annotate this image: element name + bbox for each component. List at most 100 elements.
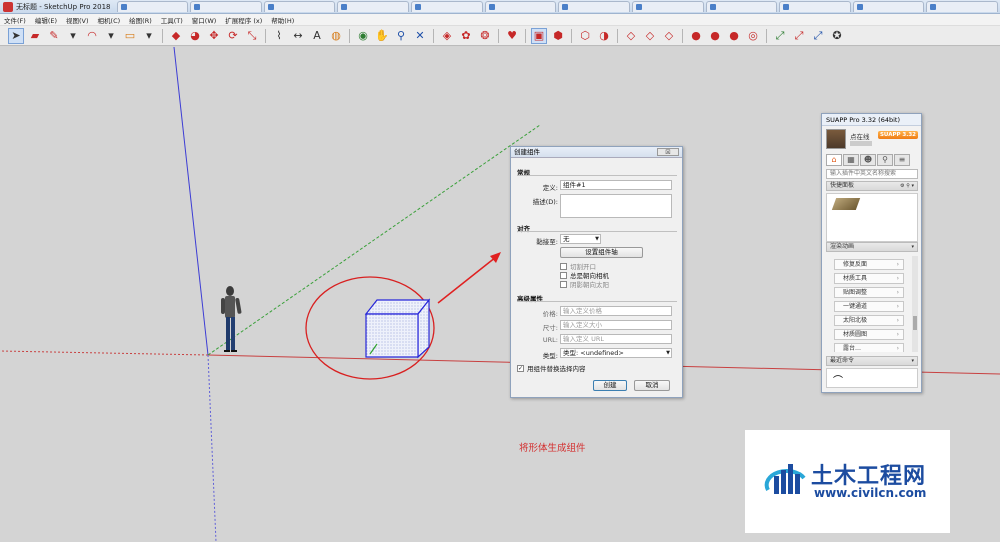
type-select[interactable]: 类型: <undefined> ▼ [560, 348, 672, 358]
plugin-item-label: 材质圆图 [843, 331, 868, 338]
plugin-list-item[interactable]: 材质工具 › [834, 273, 904, 284]
scale-tool-icon[interactable]: ⤡ [244, 28, 260, 44]
text-tool-icon[interactable]: A [309, 28, 325, 44]
component-cube-icon[interactable]: ⬢ [550, 28, 566, 44]
favorites-header[interactable]: 快捷面板 ⚙ ⚲ ▾ [826, 181, 918, 191]
replace-selection-checkbox[interactable]: ✓ 用组件替换选择内容 [517, 363, 586, 373]
rotate-tool-icon[interactable]: ⟳ [225, 28, 241, 44]
taskbar-tab[interactable] [926, 1, 998, 12]
taskbar-tab[interactable] [263, 1, 336, 12]
set-component-axes-button[interactable]: 设置组件轴 [560, 247, 643, 258]
solid-intersect-icon[interactable]: ● [726, 28, 742, 44]
taskbar-tab[interactable] [852, 1, 925, 12]
menu-item[interactable]: 编辑(E) [35, 15, 57, 25]
walk-tool-icon[interactable]: ✪ [829, 28, 845, 44]
avatar[interactable] [826, 129, 846, 149]
solid-union-icon[interactable]: ● [688, 28, 704, 44]
plugin-search-input[interactable]: 输入插件中英文名称搜索 [826, 169, 918, 179]
plugin-list-item[interactable]: 修复反面 › [834, 259, 904, 270]
price-input[interactable]: 输入定义价格 [560, 306, 672, 316]
plugin-list-item[interactable]: 材质圆图 › [834, 329, 904, 340]
suapp-version-badge[interactable]: SUAPP 3.32 [877, 131, 918, 139]
select-tool-icon[interactable]: ➤ [8, 27, 24, 44]
move-tool-icon[interactable]: ✥ [206, 28, 222, 44]
search-icon[interactable]: ⚲ [877, 154, 893, 166]
plugin-list-item[interactable]: 露台… › [834, 343, 904, 352]
pan-tool-icon[interactable]: ✋ [374, 28, 390, 44]
taskbar-tab[interactable] [411, 1, 483, 12]
scrollbar-thumb[interactable] [913, 316, 917, 330]
home-icon[interactable]: ⌂ [826, 154, 842, 166]
cancel-button[interactable]: 取消 [634, 380, 670, 391]
shape-dropdown-icon[interactable]: ▾ [141, 28, 157, 44]
plugin-list-item[interactable]: 一键通道 › [834, 301, 904, 312]
plugin-list-item[interactable]: 太阳北极 › [834, 315, 904, 326]
taskbar-tab[interactable] [705, 1, 778, 12]
solid-trim-icon[interactable]: ◎ [745, 28, 761, 44]
tool-shortcut-icon[interactable] [831, 198, 861, 210]
3d-warehouse-icon[interactable]: ◈ [439, 28, 455, 44]
section-cut-icon[interactable]: ◑ [596, 28, 612, 44]
taskbar-tab[interactable] [779, 1, 851, 12]
grid-icon[interactable]: ▦ [843, 154, 859, 166]
push-pull-tool-icon[interactable]: ◆ [168, 28, 184, 44]
menu-item[interactable]: 扩展程序 (x) [225, 15, 262, 25]
arc-tool-icon[interactable]: ◠ [84, 28, 100, 44]
user-icon[interactable]: ☻ [860, 154, 876, 166]
arc-dropdown-icon[interactable]: ▾ [103, 28, 119, 44]
zoom-extents-tool-icon[interactable]: ✕ [412, 28, 428, 44]
taskbar-tab[interactable] [631, 1, 704, 12]
axes-blue-icon[interactable]: ⤢ [810, 28, 826, 44]
menu-item[interactable]: 帮助(H) [271, 15, 294, 25]
taskbar-tab[interactable] [190, 1, 262, 12]
category-header[interactable]: 渲染动画 ▾ [826, 242, 918, 252]
follow-me-tool-icon[interactable]: ◕ [187, 28, 203, 44]
menu-item[interactable]: 文件(F) [4, 15, 26, 25]
recent-tool-icon[interactable]: ⌒ [833, 372, 843, 387]
menu-item[interactable]: 相机(C) [98, 15, 121, 25]
dimension-tool-icon[interactable]: ↔ [290, 28, 306, 44]
red-axis-negative [0, 350, 209, 356]
plugin-list-item[interactable]: 贴图调整 › [834, 287, 904, 298]
sandbox-from-scratch-icon[interactable]: ◇ [642, 28, 658, 44]
sandbox-smoove-icon[interactable]: ◇ [661, 28, 677, 44]
solid-subtract-icon[interactable]: ● [707, 28, 723, 44]
rectangle-tool-icon[interactable]: ▭ [122, 28, 138, 44]
tape-measure-tool-icon[interactable]: ⌇ [271, 28, 287, 44]
menu-item[interactable]: 窗口(W) [192, 15, 217, 25]
size-input[interactable]: 输入定义大小 [560, 320, 672, 330]
plugin-list-scrollbar[interactable] [912, 256, 918, 352]
eraser-tool-icon[interactable]: ▰ [27, 28, 43, 44]
zoom-tool-icon[interactable]: ⚲ [393, 28, 409, 44]
chevron-down-icon: ▼ [595, 236, 599, 242]
shadows-face-sun-checkbox[interactable]: 阴影朝向太阳 [560, 279, 609, 289]
share-model-icon[interactable]: ✿ [458, 28, 474, 44]
section-plane-icon[interactable]: ⬡ [577, 28, 593, 44]
recent-header[interactable]: 最近命令 ▾ [826, 356, 918, 366]
taskbar-tab[interactable] [484, 1, 557, 12]
taskbar-tab[interactable] [558, 1, 630, 12]
menu-item[interactable]: 绘图(R) [129, 15, 152, 25]
description-textarea[interactable] [560, 194, 672, 218]
layout-icon[interactable]: ♥ [504, 28, 520, 44]
create-button[interactable]: 创建 [593, 380, 627, 391]
settings-icon[interactable]: ≡ [894, 154, 910, 166]
extension-warehouse-icon[interactable]: ❂ [477, 28, 493, 44]
line-tool-icon[interactable]: ✎ [46, 28, 62, 44]
orbit-tool-icon[interactable]: ◉ [355, 28, 371, 44]
sandbox-from-contours-icon[interactable]: ◇ [623, 28, 639, 44]
close-icon[interactable]: ☒ [657, 148, 679, 156]
check-icon: ✓ [517, 364, 524, 372]
line-dropdown-icon[interactable]: ▾ [65, 28, 81, 44]
url-input[interactable]: 输入定义 URL [560, 334, 672, 344]
make-component-icon[interactable]: ▣ [531, 27, 547, 44]
taskbar-tab[interactable] [337, 1, 409, 12]
glue-select[interactable]: 无 ▼ [560, 234, 601, 244]
menu-item[interactable]: 视图(V) [66, 15, 89, 25]
axes-red-icon[interactable]: ⤢ [791, 28, 807, 44]
axes-tool-icon[interactable]: ⤢ [772, 28, 788, 44]
menu-item[interactable]: 工具(T) [161, 15, 183, 25]
paint-bucket-tool-icon[interactable]: ◍ [328, 28, 344, 44]
definition-input[interactable]: 组件#1 [560, 180, 672, 190]
taskbar-tab[interactable] [116, 1, 189, 12]
